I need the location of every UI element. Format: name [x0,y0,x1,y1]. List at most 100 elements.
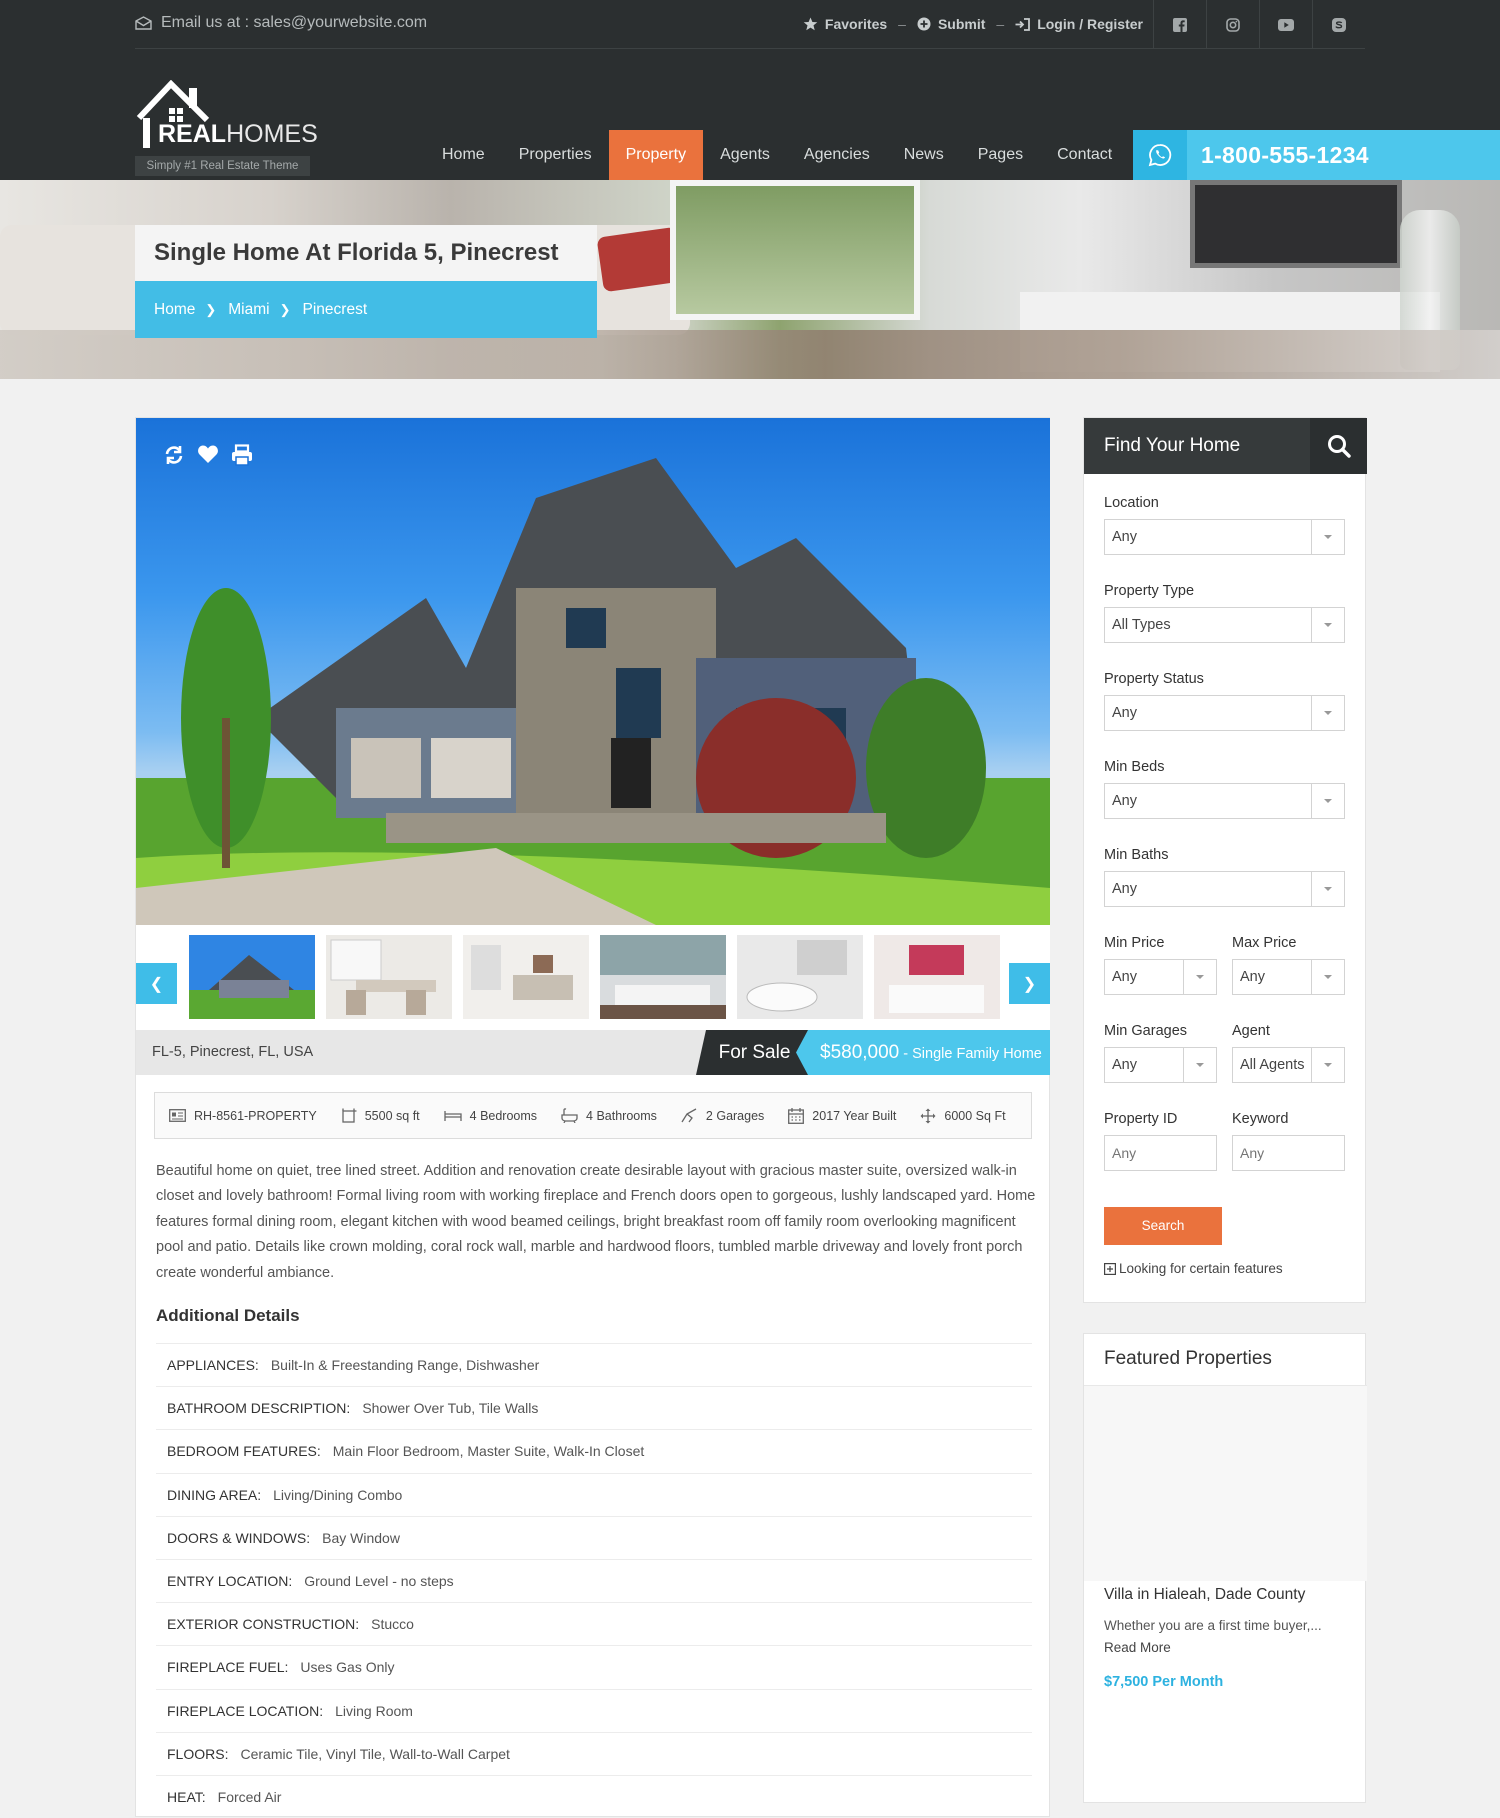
plus-circle-icon [917,17,931,31]
thumbnail-4[interactable] [600,935,726,1019]
meta-area: 5500 sq ft [341,1108,420,1124]
property-description: Beautiful home on quiet, tree lined stre… [156,1163,1036,1281]
area-icon [342,1108,357,1123]
featured-property-title[interactable]: Villa in Hialeah, Dade County [1104,1586,1305,1604]
nav-agents[interactable]: Agents [703,130,787,180]
property-status-select[interactable]: Any [1104,695,1345,731]
search-toggle-button[interactable] [1310,418,1367,474]
logo-bold-text: REAL [158,120,227,148]
thumbnail-bathroom-image [737,935,863,1019]
detail-value: Living/Dining Combo [273,1486,403,1503]
property-type-value: All Types [1112,617,1171,633]
meta-bedrooms: 4 Bedrooms [443,1109,537,1123]
search-button[interactable]: Search [1104,1207,1222,1245]
nav-contact[interactable]: Contact [1040,130,1129,180]
heart-icon[interactable] [197,444,219,464]
nav-pages[interactable]: Pages [961,130,1040,180]
nav-properties[interactable]: Properties [502,130,609,180]
location-select[interactable]: Any [1104,519,1345,555]
sign-in-icon [1015,17,1031,31]
facebook-link[interactable] [1153,0,1206,49]
property-id-label: Property ID [1104,1111,1178,1127]
meta-text: 2017 Year Built [812,1108,897,1123]
star-icon [803,17,818,31]
keyword-input[interactable] [1232,1135,1345,1171]
min-price-select[interactable]: Any [1104,959,1217,995]
detail-row: BATHROOM DESCRIPTION: Shower Over Tub, Ti… [156,1386,1032,1429]
site-logo[interactable]: REALHOMES Simply #1 Real Estate Theme [135,80,318,178]
nav-agencies[interactable]: Agencies [787,130,887,180]
meta-property-id: RH-8561-PROPERTY [169,1109,317,1123]
features-toggle[interactable]: Looking for certain features [1104,1261,1283,1276]
chevron-down-icon [1311,1048,1344,1082]
featured-property-excerpt: Whether you are a first time buyer,... [1104,1618,1322,1633]
nav-news[interactable]: News [887,130,961,180]
youtube-link[interactable] [1259,0,1312,49]
phone-number: 1-800-555-1234 [1201,142,1369,168]
breadcrumb-miami[interactable]: Miami [228,301,269,319]
breadcrumb-pinecrest[interactable]: Pinecrest [303,301,368,319]
featured-property-price: $7,500 Per Month [1104,1674,1224,1690]
detail-key: EXTERIOR CONSTRUCTION: [167,1616,360,1633]
property-type-select[interactable]: All Types [1104,607,1345,643]
min-garages-select[interactable]: Any [1104,1047,1217,1083]
breadcrumb-home[interactable]: Home [154,301,195,319]
property-id-input[interactable] [1104,1135,1217,1171]
read-more-link[interactable]: Read More [1104,1640,1171,1655]
additional-details-list: APPLIANCES: Built-In & Freestanding Range… [156,1343,1032,1818]
keyword-label: Keyword [1232,1111,1289,1127]
detail-value: Ceramic Tile, Vinyl Tile, Wall-to-Wall C… [240,1745,510,1762]
thumbnail-dining-image [326,935,452,1019]
featured-property-image[interactable] [1084,1386,1367,1581]
max-price-select[interactable]: Any [1232,959,1345,995]
search-widget-header: Find Your Home [1084,418,1367,474]
id-card-icon [169,1109,186,1122]
email-contact[interactable]: Email us at : sales@yourwebsite.com [135,14,427,32]
meta-text: 2 Garages [705,1108,765,1123]
facebook-icon [1173,17,1187,32]
instagram-link[interactable] [1206,0,1259,49]
whatsapp-icon [1148,144,1172,167]
login-label: Login / Register [1037,16,1143,32]
thumbnail-3[interactable] [463,935,589,1019]
thumbnail-6[interactable] [874,935,1000,1019]
min-baths-select[interactable]: Any [1104,871,1345,907]
compare-refresh-icon[interactable] [163,444,185,466]
chevron-right-icon: ❯ [279,301,291,317]
thumbnail-2[interactable] [326,935,452,1019]
thumbnail-1[interactable] [189,935,315,1019]
submit-label: Submit [937,16,986,32]
min-baths-label: Min Baths [1104,847,1169,863]
chevron-down-icon [1311,960,1344,994]
agent-select[interactable]: All Agents [1232,1047,1345,1083]
property-status-value: Any [1112,705,1137,721]
submit-link[interactable]: Submit [917,16,985,32]
detail-row: DOORS & WINDOWS: Bay Window [156,1515,1032,1559]
logo-wordmark: REALHOMES [158,120,318,149]
thumbnail-5[interactable] [737,935,863,1019]
instagram-icon [1226,17,1240,32]
nav-property[interactable]: Property [608,130,704,180]
min-beds-select[interactable]: Any [1104,783,1345,819]
detail-value: Shower Over Tub, Tile Walls [362,1400,539,1417]
bed-icon [443,1111,462,1121]
detail-row: HEAT: Forced Air [156,1774,1032,1818]
featured-title: Featured Properties [1104,1348,1272,1369]
lot-size-icon [920,1108,936,1123]
favorites-link[interactable]: Favorites [803,16,887,32]
login-register-link[interactable]: Login / Register [1015,16,1143,32]
skype-link[interactable] [1312,0,1365,49]
print-icon[interactable] [231,444,253,466]
status-badge: For Sale [696,1030,813,1075]
property-hero-image[interactable] [136,418,1050,925]
min-garages-label: Min Garages [1104,1023,1188,1039]
price-badge: $580,000 - Single Family Home [796,1030,1050,1075]
agent-value: All Agents [1240,1057,1305,1073]
thumbnail-house-image [189,935,315,1019]
thumbs-prev-button[interactable]: ❮ [136,963,177,1004]
meta-bathrooms: 4 Bathrooms [561,1108,657,1123]
nav-home[interactable]: Home [425,130,502,180]
thumbs-next-button[interactable]: ❯ [1009,963,1050,1004]
phone-contact[interactable]: 1-800-555-1234 [1133,130,1500,180]
property-status-label: Property Status [1104,671,1204,687]
